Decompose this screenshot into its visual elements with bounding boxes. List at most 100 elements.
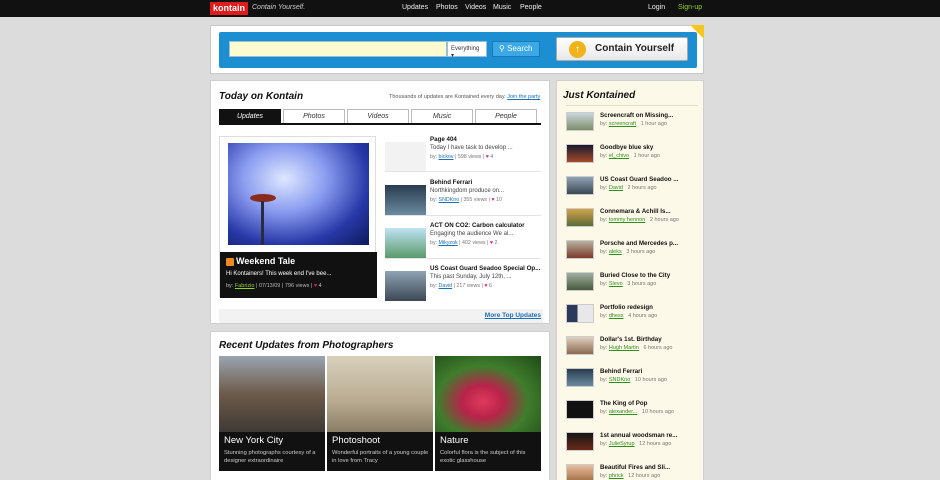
item-thumbnail[interactable] <box>566 208 594 227</box>
list-item[interactable]: Behind Ferrari by: SNDKno 10 hours ago <box>566 366 701 396</box>
story-thumbnail[interactable] <box>385 185 426 215</box>
story-likes: 6 <box>488 283 492 289</box>
tab-updates[interactable]: Updates <box>219 109 281 123</box>
item-title[interactable]: Dollar's 1st. Birthday <box>600 336 662 343</box>
item-user-link[interactable]: screencraft <box>609 121 636 127</box>
item-thumbnail[interactable] <box>566 272 594 291</box>
item-thumbnail[interactable] <box>566 112 594 131</box>
item-title[interactable]: Behind Ferrari <box>600 368 642 375</box>
item-user-link[interactable]: SNDKno <box>609 377 630 383</box>
tab-people[interactable]: People <box>475 109 537 123</box>
list-item[interactable]: 1st annual woodsman re... by: JulieSyrup… <box>566 430 701 460</box>
join-party-link[interactable]: Join the party <box>507 94 540 100</box>
item-user-link[interactable]: tommy hennon <box>609 217 645 223</box>
item-user-link[interactable]: aleks <box>609 249 622 255</box>
featured-image[interactable] <box>228 143 369 245</box>
tab-videos[interactable]: Videos <box>347 109 409 123</box>
item-title[interactable]: Goodbye blue sky <box>600 144 653 151</box>
item-user-link[interactable]: Slevo <box>609 281 623 287</box>
item-title[interactable]: Connemara & Achill Is... <box>600 208 671 215</box>
story-thumbnail[interactable] <box>385 142 426 172</box>
item-user-link[interactable]: alexander... <box>609 409 637 415</box>
tab-music[interactable]: Music <box>411 109 473 123</box>
list-item[interactable]: Porsche and Mercedes p... by: aleks 3 ho… <box>566 238 701 268</box>
list-item[interactable]: Buried Close to the City by: Slevo 3 hou… <box>566 270 701 300</box>
list-item[interactable]: Page 404 Today I have task to develop ..… <box>385 136 545 176</box>
nav-music[interactable]: Music <box>493 4 511 11</box>
photo-card[interactable]: Nature Colorful flora is the subject of … <box>435 356 541 471</box>
featured-update[interactable]: Weekend Tale Hi Kontainers! This week en… <box>219 136 377 298</box>
list-item[interactable]: US Coast Guard Seadoo Special Op... This… <box>385 265 545 305</box>
list-item[interactable]: Behind Ferrari Northkingdom produce on..… <box>385 179 545 219</box>
story-title[interactable]: Page 404 <box>430 136 457 143</box>
list-item[interactable]: The King of Pop by: alexander... 10 hour… <box>566 398 701 428</box>
photo-image[interactable] <box>219 356 325 432</box>
featured-user-link[interactable]: Fabrizio <box>235 283 255 289</box>
item-user-link[interactable]: JulieSyrup <box>609 441 635 447</box>
more-top-updates-link[interactable]: More Top Updates <box>485 312 541 319</box>
item-title[interactable]: Portfolio redesign <box>600 304 653 311</box>
search-band: Everything ▾ ⚲ Search ↑ Contain Yourself <box>210 25 704 74</box>
story-user-link[interactable]: SNDKno <box>439 197 460 203</box>
item-title[interactable]: Porsche and Mercedes p... <box>600 240 678 247</box>
list-item[interactable]: Connemara & Achill Is... by: tommy henno… <box>566 206 701 236</box>
story-thumbnail[interactable] <box>385 228 426 258</box>
item-title[interactable]: 1st annual woodsman re... <box>600 432 677 439</box>
item-user-link[interactable]: phrick <box>609 473 624 479</box>
item-thumbnail[interactable] <box>566 432 594 451</box>
story-title[interactable]: Behind Ferrari <box>430 179 472 186</box>
search-button[interactable]: ⚲ Search <box>492 41 540 57</box>
list-item[interactable]: US Coast Guard Seadoo ... by: David 2 ho… <box>566 174 701 204</box>
signup-link[interactable]: Sign-up <box>678 4 702 11</box>
item-user-link[interactable]: dhess <box>609 313 624 319</box>
item-user-link[interactable]: David <box>609 185 623 191</box>
story-title[interactable]: US Coast Guard Seadoo Special Op... <box>430 265 540 272</box>
list-item[interactable]: Beautiful Fires and Sli... by: phrick 12… <box>566 462 701 480</box>
item-title[interactable]: Screencraft on Missing... <box>600 112 673 119</box>
list-item[interactable]: Portfolio redesign by: dhess 4 hours ago <box>566 302 701 332</box>
list-item[interactable]: Dollar's 1st. Birthday by: Hugh Martin 6… <box>566 334 701 364</box>
item-thumbnail[interactable] <box>566 240 594 259</box>
item-thumbnail[interactable] <box>566 144 594 163</box>
featured-title[interactable]: Weekend Tale <box>236 256 295 266</box>
item-title[interactable]: Buried Close to the City <box>600 272 670 279</box>
story-meta: by: David | 217 views | ♥ 6 <box>430 283 492 289</box>
item-title[interactable]: US Coast Guard Seadoo ... <box>600 176 678 183</box>
photo-title[interactable]: Photoshoot <box>332 435 380 446</box>
photo-card[interactable]: New York City Stunning photographs court… <box>219 356 325 471</box>
list-item[interactable]: Goodbye blue sky by: el_chivo 1 hour ago <box>566 142 701 172</box>
story-user-link[interactable]: bickov <box>439 154 454 160</box>
search-filter-dropdown[interactable]: Everything ▾ <box>447 41 487 59</box>
tab-photos[interactable]: Photos <box>283 109 345 123</box>
contain-yourself-button[interactable]: ↑ Contain Yourself <box>556 37 688 61</box>
item-thumbnail[interactable] <box>566 400 594 419</box>
story-title[interactable]: ACT ON CO2: Carbon calculator <box>430 222 525 229</box>
photo-title[interactable]: New York City <box>224 435 283 446</box>
story-user-link[interactable]: Mikyzok <box>439 240 458 246</box>
item-thumbnail[interactable] <box>566 368 594 387</box>
nav-updates[interactable]: Updates <box>402 4 428 11</box>
item-user-link[interactable]: Hugh Martin <box>609 345 639 351</box>
list-item[interactable]: ACT ON CO2: Carbon calculator Engaging t… <box>385 222 545 262</box>
list-item[interactable]: Screencraft on Missing... by: screencraf… <box>566 110 701 140</box>
item-thumbnail[interactable] <box>566 336 594 355</box>
story-user-link[interactable]: David <box>439 283 453 289</box>
nav-photos[interactable]: Photos <box>436 4 458 11</box>
item-thumbnail[interactable] <box>566 464 594 480</box>
item-title[interactable]: Beautiful Fires and Sli... <box>600 464 670 471</box>
photo-image[interactable] <box>327 356 433 432</box>
rss-icon <box>226 258 234 266</box>
login-link[interactable]: Login <box>648 4 665 11</box>
nav-people[interactable]: People <box>520 4 542 11</box>
item-user-link[interactable]: el_chivo <box>609 153 629 159</box>
item-thumbnail[interactable] <box>566 304 594 323</box>
photo-card[interactable]: Photoshoot Wonderful portraits of a youn… <box>327 356 433 471</box>
story-thumbnail[interactable] <box>385 271 426 301</box>
item-title[interactable]: The King of Pop <box>600 400 647 407</box>
nav-videos[interactable]: Videos <box>465 4 486 11</box>
item-thumbnail[interactable] <box>566 176 594 195</box>
search-input[interactable] <box>229 41 447 57</box>
photo-image[interactable] <box>435 356 541 432</box>
kontain-logo[interactable]: kontain <box>210 2 249 15</box>
photo-title[interactable]: Nature <box>440 435 469 446</box>
